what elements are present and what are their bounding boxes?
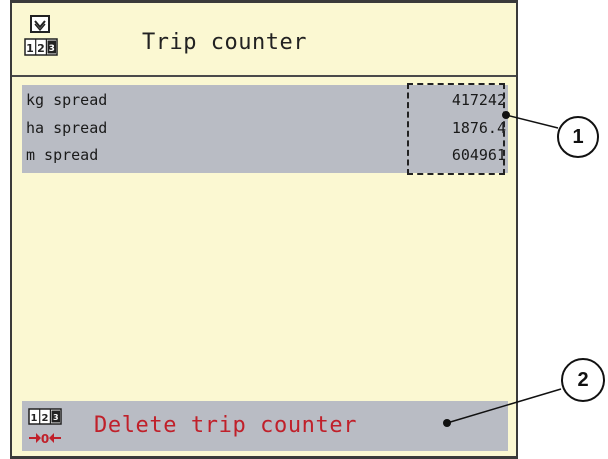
- page-title: Trip counter: [142, 30, 307, 55]
- screen-header: 1 2 3 Trip counter: [12, 3, 516, 77]
- delete-trip-counter-label: Delete trip counter: [94, 413, 358, 438]
- callout-1-number: 1: [572, 126, 584, 148]
- callout-2-number: 2: [577, 369, 589, 391]
- trip-counter-icon: 1 2 3: [24, 15, 58, 56]
- counter-label: kg spread: [26, 91, 108, 109]
- counter-label: ha spread: [26, 119, 108, 137]
- svg-text:0: 0: [41, 432, 49, 446]
- delete-trip-counter-button[interactable]: 1 2 3 0 Delete trip counter: [22, 401, 508, 451]
- counter-label: m spread: [26, 146, 99, 164]
- svg-text:3: 3: [49, 44, 55, 54]
- svg-text:1: 1: [31, 413, 38, 424]
- reset-counter-icon: 1 2 3 0: [28, 408, 62, 446]
- svg-text:2: 2: [37, 42, 45, 55]
- terminal-screen: 1 2 3 Trip counter kg spread 417242 ha s…: [10, 0, 518, 459]
- values-highlight-frame: [407, 83, 505, 175]
- svg-text:1: 1: [26, 42, 34, 55]
- svg-text:2: 2: [42, 413, 49, 424]
- svg-text:3: 3: [53, 413, 59, 422]
